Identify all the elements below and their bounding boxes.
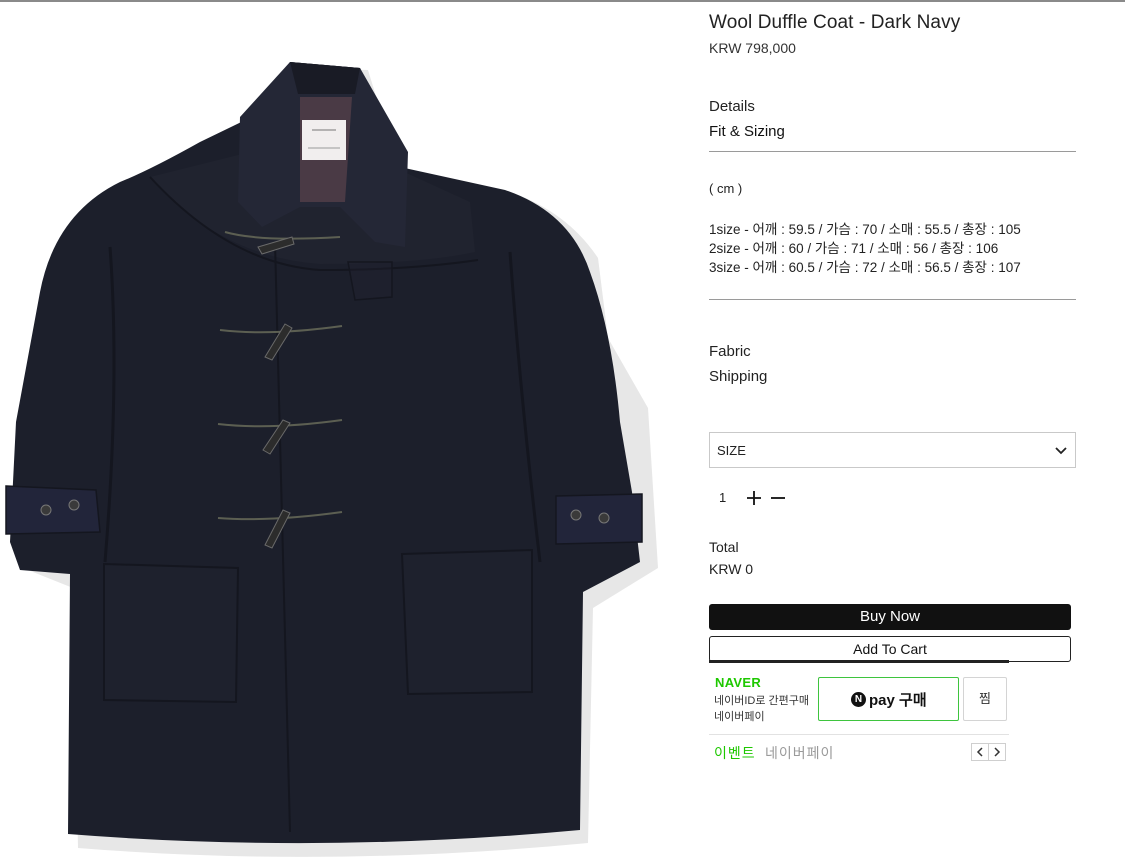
chevron-right-icon xyxy=(994,747,1001,757)
size-select[interactable]: SIZE xyxy=(709,432,1076,468)
quantity-stepper: 1 xyxy=(709,486,829,510)
total-value: KRW 0 xyxy=(709,561,754,577)
minus-icon[interactable] xyxy=(769,489,787,507)
event-prev-button[interactable] xyxy=(971,743,989,761)
naver-logo: NAVER xyxy=(715,675,762,690)
divider xyxy=(709,734,1009,735)
tab-shipping[interactable]: Shipping xyxy=(709,368,767,385)
naver-pay-button[interactable]: N pay 구매 xyxy=(818,677,959,721)
sizing-unit: ( cm ) xyxy=(709,181,743,196)
chevron-left-icon xyxy=(976,747,983,757)
size-row: 2size - 어깨 : 60 / 가슴 : 71 / 소매 : 56 / 총장… xyxy=(709,241,999,256)
size-row: 3size - 어깨 : 60.5 / 가슴 : 72 / 소매 : 56.5 … xyxy=(709,260,1021,275)
tab-details[interactable]: Details xyxy=(709,98,755,115)
naver-pay-description: 네이버페이 xyxy=(714,711,765,723)
tab-fabric[interactable]: Fabric xyxy=(709,343,751,360)
naver-pay-top-border xyxy=(709,660,1009,663)
product-price: KRW 798,000 xyxy=(709,40,796,56)
plus-icon[interactable] xyxy=(745,489,763,507)
quantity-value: 1 xyxy=(719,490,727,505)
buy-now-button[interactable]: Buy Now xyxy=(709,604,1071,630)
event-label: 이벤트 xyxy=(714,745,756,761)
product-image xyxy=(0,2,670,865)
event-text: 네이버페이 xyxy=(765,745,835,761)
add-to-cart-button[interactable]: Add To Cart xyxy=(709,636,1071,662)
divider xyxy=(709,299,1076,300)
size-select-label: SIZE xyxy=(717,443,746,458)
npay-n-icon: N xyxy=(851,692,866,707)
chevron-down-icon xyxy=(1055,447,1067,455)
size-row: 1size - 어깨 : 59.5 / 가슴 : 70 / 소매 : 55.5 … xyxy=(709,222,1021,237)
event-next-button[interactable] xyxy=(988,743,1006,761)
tab-fit-sizing[interactable]: Fit & Sizing xyxy=(709,123,785,140)
wishlist-button[interactable]: 찜 xyxy=(963,677,1007,721)
coat-illustration xyxy=(5,62,658,857)
total-label: Total xyxy=(709,539,739,555)
naver-pay-description: 네이버ID로 간편구매 xyxy=(714,695,810,707)
divider xyxy=(709,151,1076,152)
product-title: Wool Duffle Coat - Dark Navy xyxy=(709,12,961,33)
npay-button-label: pay 구매 xyxy=(869,692,927,709)
